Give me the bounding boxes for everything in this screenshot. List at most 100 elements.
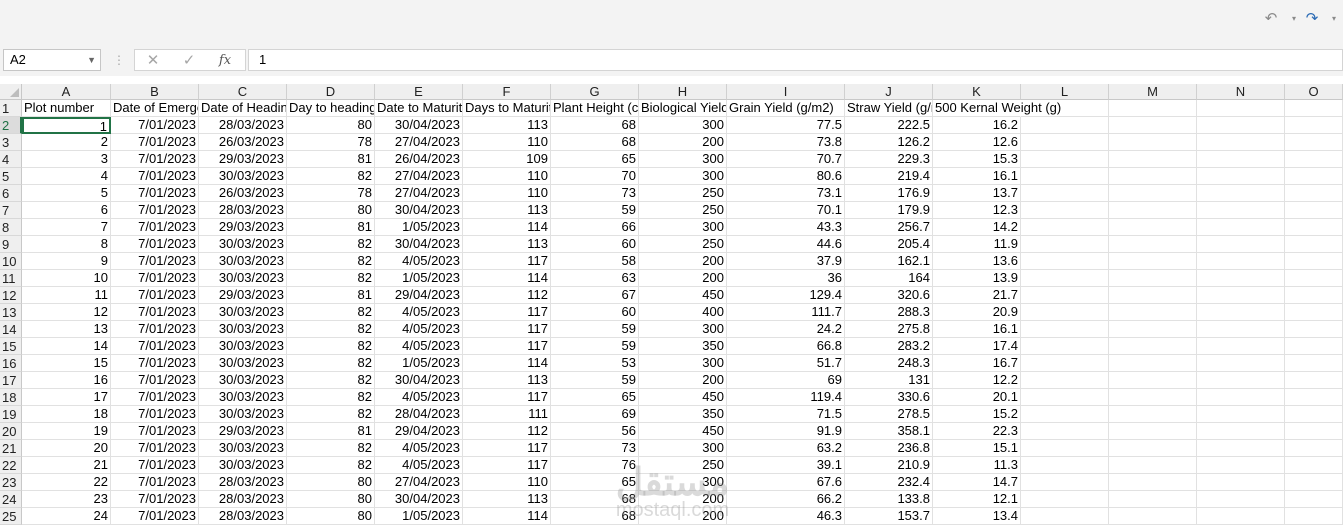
data-cell[interactable] <box>1285 236 1343 253</box>
enter-check-icon[interactable]: ✓ <box>180 49 198 71</box>
data-cell[interactable]: 21 <box>22 457 111 474</box>
data-cell[interactable]: 68 <box>551 117 639 134</box>
data-cell[interactable]: 7/01/2023 <box>111 338 199 355</box>
undo-dropdown-icon[interactable]: ▾ <box>1289 9 1299 27</box>
data-cell[interactable]: 81 <box>287 287 375 304</box>
data-cell[interactable]: 111 <box>463 406 551 423</box>
data-cell[interactable] <box>1285 508 1343 525</box>
data-cell[interactable] <box>1197 287 1285 304</box>
data-cell[interactable]: 20.1 <box>933 389 1021 406</box>
data-cell[interactable]: 30/03/2023 <box>199 406 287 423</box>
column-header[interactable]: L <box>1021 84 1109 100</box>
data-cell[interactable] <box>1021 338 1109 355</box>
row-header[interactable]: 11 <box>0 270 22 287</box>
row-header[interactable]: 24 <box>0 491 22 508</box>
data-cell[interactable] <box>1021 474 1109 491</box>
data-cell[interactable]: 7/01/2023 <box>111 321 199 338</box>
data-cell[interactable] <box>1285 423 1343 440</box>
data-cell[interactable]: 1 <box>22 117 111 134</box>
header-cell[interactable]: Straw Yield (g/m2) <box>845 100 933 117</box>
data-cell[interactable]: 131 <box>845 372 933 389</box>
row-header[interactable]: 5 <box>0 168 22 185</box>
header-cell[interactable]: Date of Emergence <box>111 100 199 117</box>
column-header[interactable]: G <box>551 84 639 100</box>
data-cell[interactable]: 14.7 <box>933 474 1021 491</box>
data-cell[interactable]: 7/01/2023 <box>111 423 199 440</box>
data-cell[interactable] <box>1021 321 1109 338</box>
data-cell[interactable]: 1/05/2023 <box>375 508 463 525</box>
more-options-icon[interactable]: ⋮ <box>112 49 126 71</box>
data-cell[interactable] <box>1109 338 1197 355</box>
data-cell[interactable]: 27/04/2023 <box>375 185 463 202</box>
data-cell[interactable]: 29/03/2023 <box>199 423 287 440</box>
data-cell[interactable] <box>1197 219 1285 236</box>
row-header[interactable]: 12 <box>0 287 22 304</box>
data-cell[interactable]: 14.2 <box>933 219 1021 236</box>
data-cell[interactable]: 1/05/2023 <box>375 219 463 236</box>
data-cell[interactable] <box>1197 355 1285 372</box>
data-cell[interactable]: 114 <box>463 270 551 287</box>
row-header[interactable]: 10 <box>0 253 22 270</box>
data-cell[interactable]: 30/03/2023 <box>199 304 287 321</box>
data-cell[interactable]: 22.3 <box>933 423 1021 440</box>
data-cell[interactable]: 44.6 <box>727 236 845 253</box>
data-cell[interactable]: 12.3 <box>933 202 1021 219</box>
data-cell[interactable]: 109 <box>463 151 551 168</box>
data-cell[interactable]: 300 <box>639 355 727 372</box>
data-cell[interactable]: 43.3 <box>727 219 845 236</box>
data-cell[interactable]: 30/04/2023 <box>375 236 463 253</box>
data-cell[interactable]: 81 <box>287 151 375 168</box>
data-cell[interactable]: 179.9 <box>845 202 933 219</box>
data-cell[interactable]: 30/03/2023 <box>199 372 287 389</box>
data-cell[interactable]: 5 <box>22 185 111 202</box>
data-cell[interactable]: 46.3 <box>727 508 845 525</box>
data-cell[interactable]: 27/04/2023 <box>375 168 463 185</box>
data-cell[interactable]: 133.8 <box>845 491 933 508</box>
data-cell[interactable]: 30/03/2023 <box>199 270 287 287</box>
data-cell[interactable]: 350 <box>639 338 727 355</box>
data-cell[interactable]: 117 <box>463 440 551 457</box>
data-cell[interactable]: 232.4 <box>845 474 933 491</box>
data-cell[interactable]: 7/01/2023 <box>111 406 199 423</box>
data-cell[interactable] <box>1109 423 1197 440</box>
data-cell[interactable] <box>1021 440 1109 457</box>
data-cell[interactable]: 1/05/2023 <box>375 355 463 372</box>
data-cell[interactable]: 236.8 <box>845 440 933 457</box>
data-cell[interactable]: 28/03/2023 <box>199 491 287 508</box>
data-cell[interactable]: 66 <box>551 219 639 236</box>
data-cell[interactable]: 300 <box>639 117 727 134</box>
data-cell[interactable]: 3 <box>22 151 111 168</box>
data-cell[interactable] <box>1021 287 1109 304</box>
data-cell[interactable] <box>1109 219 1197 236</box>
data-cell[interactable]: 24 <box>22 508 111 525</box>
data-cell[interactable]: 13.4 <box>933 508 1021 525</box>
data-cell[interactable] <box>1285 304 1343 321</box>
row-header[interactable]: 4 <box>0 151 22 168</box>
row-header[interactable]: 15 <box>0 338 22 355</box>
data-cell[interactable]: 176.9 <box>845 185 933 202</box>
data-cell[interactable]: 4/05/2023 <box>375 338 463 355</box>
data-cell[interactable]: 117 <box>463 338 551 355</box>
column-header[interactable]: J <box>845 84 933 100</box>
data-cell[interactable]: 82 <box>287 389 375 406</box>
data-cell[interactable]: 200 <box>639 372 727 389</box>
data-cell[interactable] <box>1285 185 1343 202</box>
data-cell[interactable]: 219.4 <box>845 168 933 185</box>
insert-function-button[interactable]: fx <box>214 49 236 71</box>
data-cell[interactable]: 250 <box>639 457 727 474</box>
data-cell[interactable]: 7/01/2023 <box>111 219 199 236</box>
data-cell[interactable] <box>1285 253 1343 270</box>
data-cell[interactable]: 4 <box>22 168 111 185</box>
data-cell[interactable]: 70 <box>551 168 639 185</box>
data-cell[interactable]: 78 <box>287 185 375 202</box>
data-cell[interactable] <box>1197 338 1285 355</box>
data-cell[interactable] <box>1109 491 1197 508</box>
data-cell[interactable]: 82 <box>287 338 375 355</box>
data-cell[interactable] <box>1197 151 1285 168</box>
data-cell[interactable]: 229.3 <box>845 151 933 168</box>
data-cell[interactable] <box>1285 202 1343 219</box>
data-cell[interactable]: 7/01/2023 <box>111 304 199 321</box>
data-cell[interactable]: 16.2 <box>933 117 1021 134</box>
data-cell[interactable]: 29/03/2023 <box>199 287 287 304</box>
column-header[interactable]: F <box>463 84 551 100</box>
